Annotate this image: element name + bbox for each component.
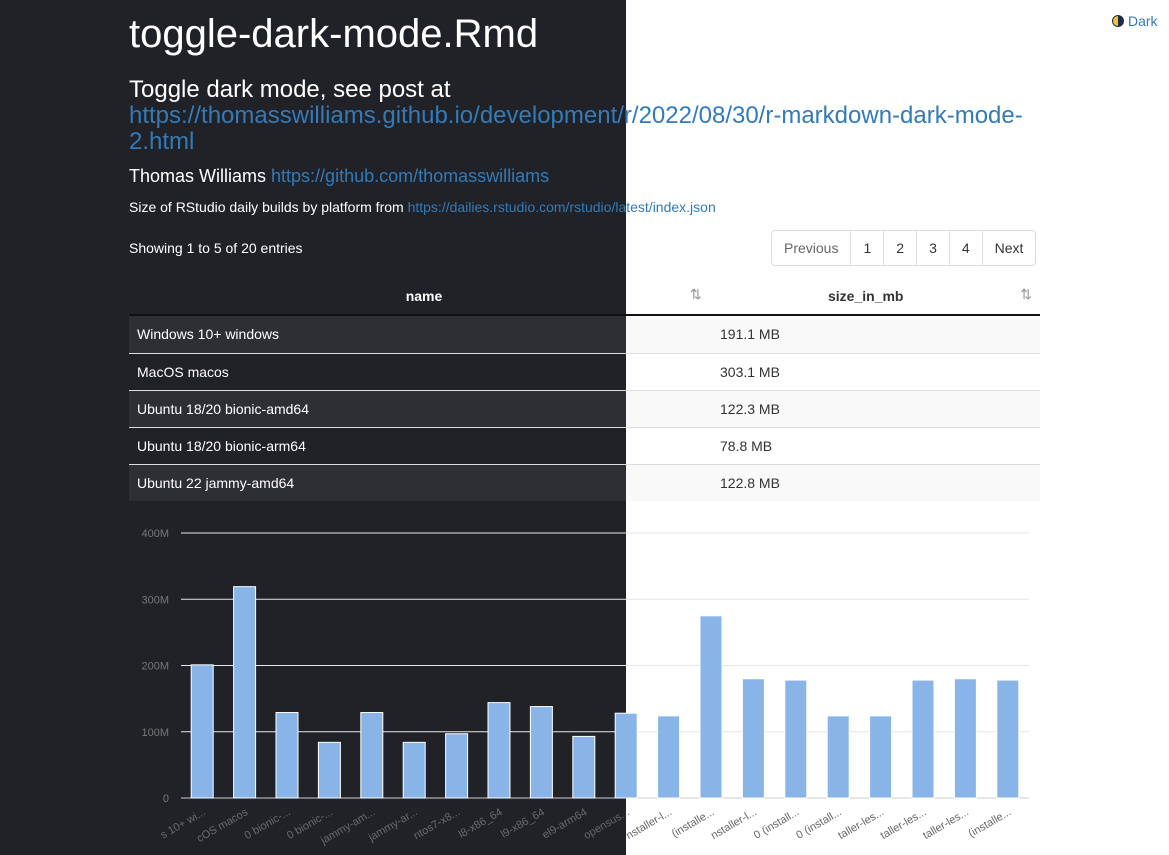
description: Size of RStudio daily builds by platform… bbox=[129, 199, 716, 215]
bar[interactable] bbox=[317, 741, 341, 799]
name-cell: Windows 10+ windows bbox=[137, 326, 280, 342]
next-button[interactable]: Next bbox=[981, 231, 1036, 265]
page-title: toggle-dark-mode.Rmd bbox=[129, 12, 539, 56]
table-row: Ubuntu 18/20 bionic-arm64 78.8 MB bbox=[129, 427, 1040, 464]
x-tick-label: l8-x86_64 bbox=[457, 806, 505, 841]
column-header-size[interactable]: size_in_mb ⇅ bbox=[719, 278, 1040, 314]
y-tick-label: 200M bbox=[141, 661, 169, 673]
author: Thomas Williams https://github.com/thoma… bbox=[129, 166, 549, 187]
y-tick-label: 400M bbox=[141, 528, 169, 540]
size-cell: 78.8 MB bbox=[720, 438, 773, 454]
bar[interactable] bbox=[402, 741, 426, 799]
bar-chart: 0100M200M300M400Ms 10+ wi...cOS macos0 b… bbox=[141, 528, 1029, 847]
data-source-link[interactable]: https://dailies.rstudio.com/rstudio/late… bbox=[408, 199, 716, 215]
table-row: Windows 10+ windows 191.1 MB bbox=[129, 316, 1040, 353]
post-link[interactable]: https://thomasswilliams.github.io/develo… bbox=[129, 102, 1023, 155]
table-header: name ⇅ size_in_mb ⇅ bbox=[129, 278, 1040, 316]
x-tick-label: (installe... bbox=[670, 806, 717, 840]
x-tick-label: taller-les... bbox=[836, 806, 886, 842]
bar[interactable] bbox=[784, 679, 808, 799]
bar[interactable] bbox=[911, 679, 935, 799]
column-header-size-label: size_in_mb bbox=[828, 288, 904, 304]
x-tick-label: 0 (install... bbox=[794, 806, 843, 841]
x-tick-label: taller-les... bbox=[921, 806, 971, 842]
bar[interactable] bbox=[190, 664, 214, 799]
x-tick-label: 0 (install... bbox=[752, 806, 801, 841]
bar[interactable] bbox=[741, 678, 765, 799]
pagination: Previous 1 2 3 4 Next bbox=[771, 230, 1037, 266]
y-tick-label: 300M bbox=[141, 594, 169, 606]
bar[interactable] bbox=[657, 715, 681, 799]
table-body: Windows 10+ windows 191.1 MB MacOS macos… bbox=[129, 316, 1040, 501]
subtitle: Toggle dark mode, see post at https://th… bbox=[129, 77, 1039, 155]
column-header-name-label: name bbox=[405, 288, 443, 304]
table-row: MacOS macos 303.1 MB bbox=[129, 353, 1040, 390]
data-table: name ⇅ size_in_mb ⇅ Windows 10+ windows … bbox=[129, 278, 1040, 501]
page-3-button[interactable]: 3 bbox=[916, 231, 949, 265]
dark-mode-label: Dark bbox=[1128, 13, 1158, 29]
size-cell: 303.1 MB bbox=[720, 364, 780, 380]
x-tick-label: ntos7-x8... bbox=[412, 806, 462, 842]
y-tick-label: 100M bbox=[141, 727, 169, 739]
name-cell: Ubuntu 22 jammy-amd64 bbox=[137, 475, 295, 491]
bar[interactable] bbox=[445, 733, 469, 799]
x-tick-label: el9-arm64 bbox=[540, 806, 589, 841]
bar[interactable] bbox=[869, 715, 893, 799]
sort-icon[interactable]: ⇅ bbox=[1020, 286, 1032, 303]
subtitle-text: Toggle dark mode, see post at bbox=[129, 76, 451, 103]
bar[interactable] bbox=[699, 615, 723, 799]
size-cell: 191.1 MB bbox=[720, 326, 780, 342]
dark-mode-toggle[interactable]: Dark bbox=[1112, 13, 1158, 29]
x-tick-label: opensus... bbox=[582, 806, 632, 842]
x-tick-label: taller-les... bbox=[879, 806, 929, 842]
previous-button[interactable]: Previous bbox=[772, 231, 850, 265]
y-tick-label: 0 bbox=[163, 793, 169, 805]
x-tick-label: nstaller-l... bbox=[709, 806, 759, 842]
bar[interactable] bbox=[614, 712, 638, 799]
description-text: Size of RStudio daily builds by platform… bbox=[129, 199, 404, 215]
x-tick-label: 0 bionic-... bbox=[243, 806, 293, 842]
bar[interactable] bbox=[275, 712, 299, 799]
bar[interactable] bbox=[996, 679, 1020, 799]
bar[interactable] bbox=[487, 702, 511, 799]
bar[interactable] bbox=[529, 706, 553, 799]
table-row: Ubuntu 22 jammy-amd64 122.8 MB bbox=[129, 464, 1040, 501]
bar[interactable] bbox=[826, 715, 850, 799]
table-info: Showing 1 to 5 of 20 entries bbox=[129, 240, 303, 256]
page-4-button[interactable]: 4 bbox=[948, 231, 982, 265]
author-name: Thomas Williams bbox=[129, 166, 267, 186]
size-cell: 122.3 MB bbox=[720, 401, 780, 417]
x-tick-label: nstaller-l... bbox=[624, 806, 674, 842]
size-cell: 122.8 MB bbox=[720, 475, 780, 491]
name-cell: MacOS macos bbox=[137, 364, 229, 380]
half-moon-icon bbox=[1112, 15, 1124, 27]
author-github-link[interactable]: https://github.com/thomasswilliams bbox=[271, 166, 549, 186]
page: Dark toggle-dark-mode.Rmd Toggle dark mo… bbox=[0, 0, 1169, 855]
column-header-name[interactable]: name ⇅ bbox=[129, 278, 719, 314]
name-cell: Ubuntu 18/20 bionic-amd64 bbox=[137, 401, 310, 417]
bar[interactable] bbox=[572, 735, 596, 799]
name-cell: Ubuntu 18/20 bionic-arm64 bbox=[137, 438, 306, 454]
table-row: Ubuntu 18/20 bionic-amd64 122.3 MB bbox=[129, 390, 1040, 427]
bar[interactable] bbox=[360, 712, 384, 799]
sort-icon[interactable]: ⇅ bbox=[690, 286, 702, 303]
bar[interactable] bbox=[953, 678, 977, 799]
x-tick-label: l9-x86_64 bbox=[499, 806, 547, 841]
page-2-button[interactable]: 2 bbox=[883, 231, 916, 265]
x-tick-label: (installe... bbox=[967, 806, 1014, 840]
bar[interactable] bbox=[233, 586, 257, 799]
page-1-button[interactable]: 1 bbox=[850, 231, 883, 265]
